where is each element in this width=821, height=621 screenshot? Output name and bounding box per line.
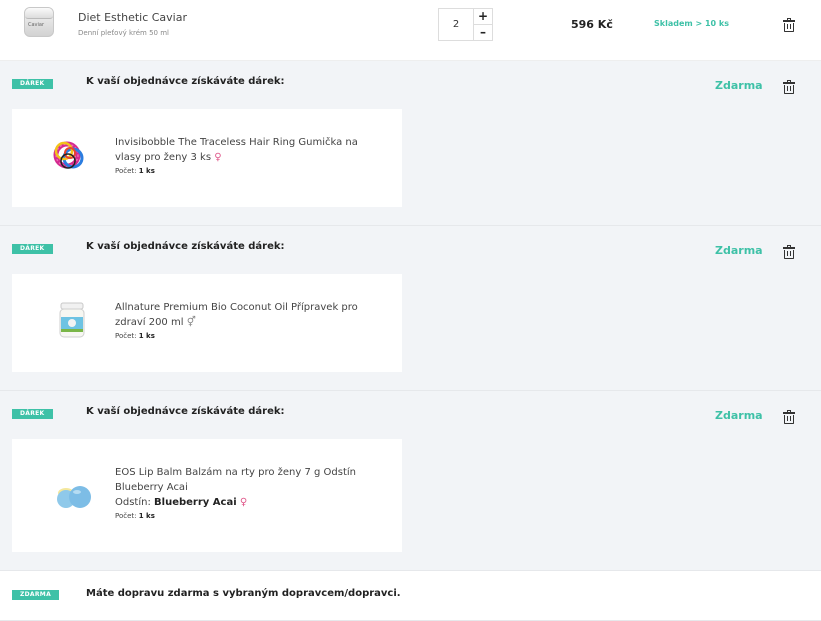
- count-label: Počet:: [115, 512, 137, 520]
- product-price: 596 Kč: [571, 18, 613, 31]
- count-label: Počet:: [115, 332, 137, 340]
- gift-heading: K vaší objednávce získáváte dárek:: [86, 76, 285, 87]
- hair-ring-icon[interactable]: [52, 135, 92, 175]
- free-shipping-row: ZDARMA Máte dopravu zdarma s vybraným do…: [0, 571, 821, 621]
- product-name[interactable]: Diet Esthetic Caviar: [78, 11, 187, 24]
- female-icon: ♀: [214, 152, 222, 163]
- quantity-stepper: 2 + –: [438, 8, 494, 41]
- unisex-icon: ⚥: [186, 317, 196, 328]
- gift-heading: K vaší objednávce získáváte dárek:: [86, 241, 285, 252]
- free-label: Zdarma: [715, 409, 763, 422]
- gift-details: Invisibobble The Traceless Hair Ring Gum…: [115, 135, 385, 178]
- lip-balm-icon[interactable]: [52, 475, 92, 515]
- gift-section: DÁREK K vaší objednávce získáváte dárek:…: [0, 391, 821, 571]
- gift-card: EOS Lip Balm Balzám na rty pro ženy 7 g …: [12, 439, 402, 552]
- gift-card: Invisibobble The Traceless Hair Ring Gum…: [12, 109, 402, 207]
- variant-value: Blueberry Acai: [154, 497, 237, 508]
- variant-label: Odstín:: [115, 497, 151, 508]
- shipping-badge: ZDARMA: [12, 590, 60, 600]
- gift-count: Počet: 1 ks: [115, 165, 385, 178]
- count-value: 1 ks: [138, 332, 155, 340]
- gift-count: Počet: 1 ks: [115, 510, 385, 523]
- gift-details: EOS Lip Balm Balzám na rty pro ženy 7 g …: [115, 465, 385, 523]
- jar-label: Caviar: [28, 22, 45, 28]
- free-label: Zdarma: [715, 244, 763, 257]
- gift-name[interactable]: Allnature Premium Bio Coconut Oil Přípra…: [115, 302, 358, 328]
- gift-card: Allnature Premium Bio Coconut Oil Přípra…: [12, 274, 402, 372]
- cart-item-row: Caviar Diet Esthetic Caviar Denní pleťov…: [0, 0, 821, 61]
- gift-section: DÁREK K vaší objednávce získáváte dárek:…: [0, 61, 821, 226]
- quantity-decrease-button[interactable]: –: [473, 24, 493, 41]
- trash-icon[interactable]: [783, 245, 795, 259]
- gift-badge: DÁREK: [12, 409, 53, 419]
- shipping-message: Máte dopravu zdarma s vybraným dopravcem…: [86, 588, 401, 599]
- gift-name[interactable]: Invisibobble The Traceless Hair Ring Gum…: [115, 137, 358, 163]
- count-value: 1 ks: [138, 167, 155, 175]
- coconut-oil-jar-icon[interactable]: [52, 300, 92, 340]
- gift-name[interactable]: EOS Lip Balm Balzám na rty pro ženy 7 g …: [115, 467, 356, 493]
- quantity-input[interactable]: 2: [438, 8, 474, 41]
- product-thumbnail[interactable]: Caviar: [22, 5, 56, 39]
- gift-badge: DÁREK: [12, 244, 53, 254]
- trash-icon[interactable]: [783, 410, 795, 424]
- female-icon: ♀: [239, 497, 248, 508]
- quantity-increase-button[interactable]: +: [473, 8, 493, 25]
- cream-jar-icon: Caviar: [24, 7, 54, 37]
- gift-details: Allnature Premium Bio Coconut Oil Přípra…: [115, 300, 385, 343]
- count-value: 1 ks: [138, 512, 155, 520]
- trash-icon[interactable]: [783, 18, 795, 32]
- gift-section: DÁREK K vaší objednávce získáváte dárek:…: [0, 226, 821, 391]
- gift-heading: K vaší objednávce získáváte dárek:: [86, 406, 285, 417]
- gift-variant: Odstín: Blueberry Acai ♀: [115, 495, 385, 510]
- product-subtitle: Denní pleťový krém 50 ml: [78, 29, 169, 37]
- count-label: Počet:: [115, 167, 137, 175]
- stock-status: Skladem > 10 ks: [654, 19, 729, 28]
- free-label: Zdarma: [715, 79, 763, 92]
- gift-count: Počet: 1 ks: [115, 330, 385, 343]
- trash-icon[interactable]: [783, 80, 795, 94]
- gift-badge: DÁREK: [12, 79, 53, 89]
